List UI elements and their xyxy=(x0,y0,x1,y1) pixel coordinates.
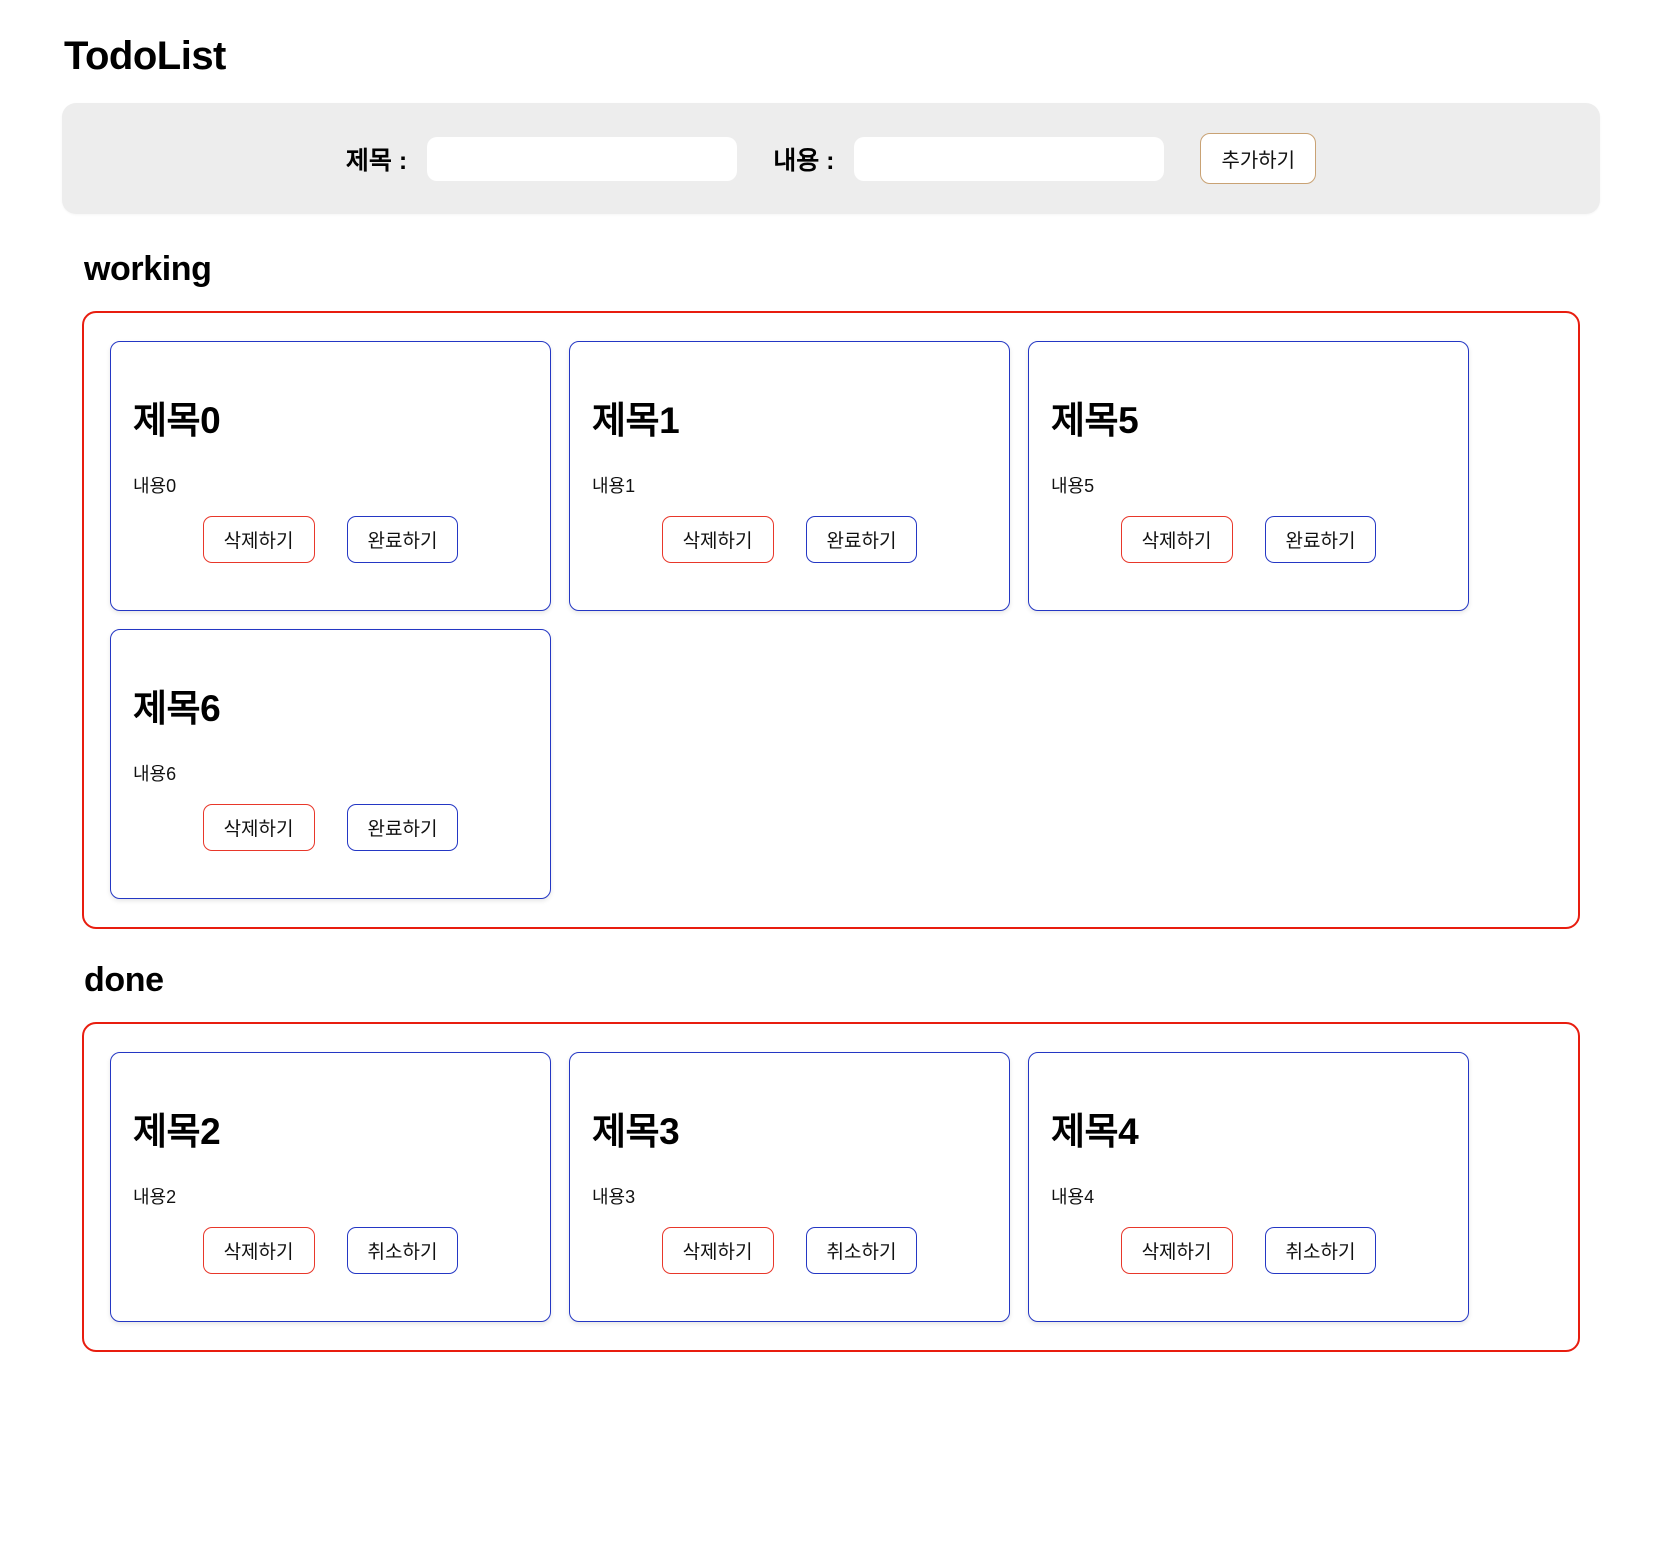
cancel-button[interactable]: 취소하기 xyxy=(346,1227,459,1274)
todo-body: 내용2 xyxy=(133,1187,177,1207)
todo-title: 제목2 xyxy=(133,1111,221,1152)
cancel-button[interactable]: 취소하기 xyxy=(1264,1227,1377,1274)
working-list: 제목0 내용0 삭제하기 완료하기 제목1 내용1 삭제하기 완료하기 제목5 … xyxy=(82,311,1580,929)
todo-body: 내용6 xyxy=(133,764,177,784)
page-root: TodoList 제목 : 내용 : 추가하기 working 제목0 내용0 … xyxy=(0,0,1662,1392)
todo-actions: 삭제하기 취소하기 xyxy=(1051,1227,1446,1274)
title-field-group: 제목 : xyxy=(345,136,738,181)
todo-title: 제목0 xyxy=(133,400,221,441)
page-title: TodoList xyxy=(64,34,226,78)
delete-button[interactable]: 삭제하기 xyxy=(202,1227,315,1274)
todo-body: 내용4 xyxy=(1051,1187,1095,1207)
todo-body: 내용1 xyxy=(592,476,636,496)
todo-card[interactable]: 제목1 내용1 삭제하기 완료하기 xyxy=(569,341,1010,611)
todo-actions: 삭제하기 완료하기 xyxy=(133,516,528,563)
todo-card[interactable]: 제목3 내용3 삭제하기 취소하기 xyxy=(569,1052,1010,1322)
todo-title: 제목5 xyxy=(1051,400,1139,441)
delete-button[interactable]: 삭제하기 xyxy=(202,516,315,563)
complete-button[interactable]: 완료하기 xyxy=(346,516,459,563)
title-input[interactable] xyxy=(427,136,738,181)
todo-title: 제목6 xyxy=(133,688,221,729)
complete-button[interactable]: 완료하기 xyxy=(346,804,459,851)
delete-button[interactable]: 삭제하기 xyxy=(661,1227,774,1274)
delete-button[interactable]: 삭제하기 xyxy=(1120,516,1233,563)
todo-actions: 삭제하기 완료하기 xyxy=(592,516,987,563)
delete-button[interactable]: 삭제하기 xyxy=(202,804,315,851)
done-list: 제목2 내용2 삭제하기 취소하기 제목3 내용3 삭제하기 취소하기 제목4 … xyxy=(82,1022,1580,1352)
todo-title: 제목1 xyxy=(592,400,680,441)
todo-actions: 삭제하기 완료하기 xyxy=(133,804,528,851)
todo-title: 제목3 xyxy=(592,1111,680,1152)
todo-card[interactable]: 제목5 내용5 삭제하기 완료하기 xyxy=(1028,341,1469,611)
todo-actions: 삭제하기 완료하기 xyxy=(1051,516,1446,563)
todo-title: 제목4 xyxy=(1051,1111,1139,1152)
todo-card[interactable]: 제목6 내용6 삭제하기 완료하기 xyxy=(110,629,551,899)
todo-card[interactable]: 제목2 내용2 삭제하기 취소하기 xyxy=(110,1052,551,1322)
todo-actions: 삭제하기 취소하기 xyxy=(592,1227,987,1274)
todo-body: 내용3 xyxy=(592,1187,636,1207)
todo-card[interactable]: 제목0 내용0 삭제하기 완료하기 xyxy=(110,341,551,611)
todo-add-form: 제목 : 내용 : 추가하기 xyxy=(62,103,1600,214)
todo-body: 내용0 xyxy=(133,476,177,496)
content-label: 내용 : xyxy=(773,146,835,175)
delete-button[interactable]: 삭제하기 xyxy=(1120,1227,1233,1274)
delete-button[interactable]: 삭제하기 xyxy=(661,516,774,563)
add-todo-button[interactable]: 추가하기 xyxy=(1200,133,1317,184)
section-heading-working: working xyxy=(84,250,212,288)
cancel-button[interactable]: 취소하기 xyxy=(805,1227,918,1274)
todo-body: 내용5 xyxy=(1051,476,1095,496)
complete-button[interactable]: 완료하기 xyxy=(805,516,918,563)
content-field-group: 내용 : xyxy=(773,136,1165,181)
todo-actions: 삭제하기 취소하기 xyxy=(133,1227,528,1274)
section-heading-done: done xyxy=(84,961,164,999)
content-input[interactable] xyxy=(854,136,1165,181)
todo-card[interactable]: 제목4 내용4 삭제하기 취소하기 xyxy=(1028,1052,1469,1322)
title-label: 제목 : xyxy=(345,146,408,175)
complete-button[interactable]: 완료하기 xyxy=(1264,516,1377,563)
